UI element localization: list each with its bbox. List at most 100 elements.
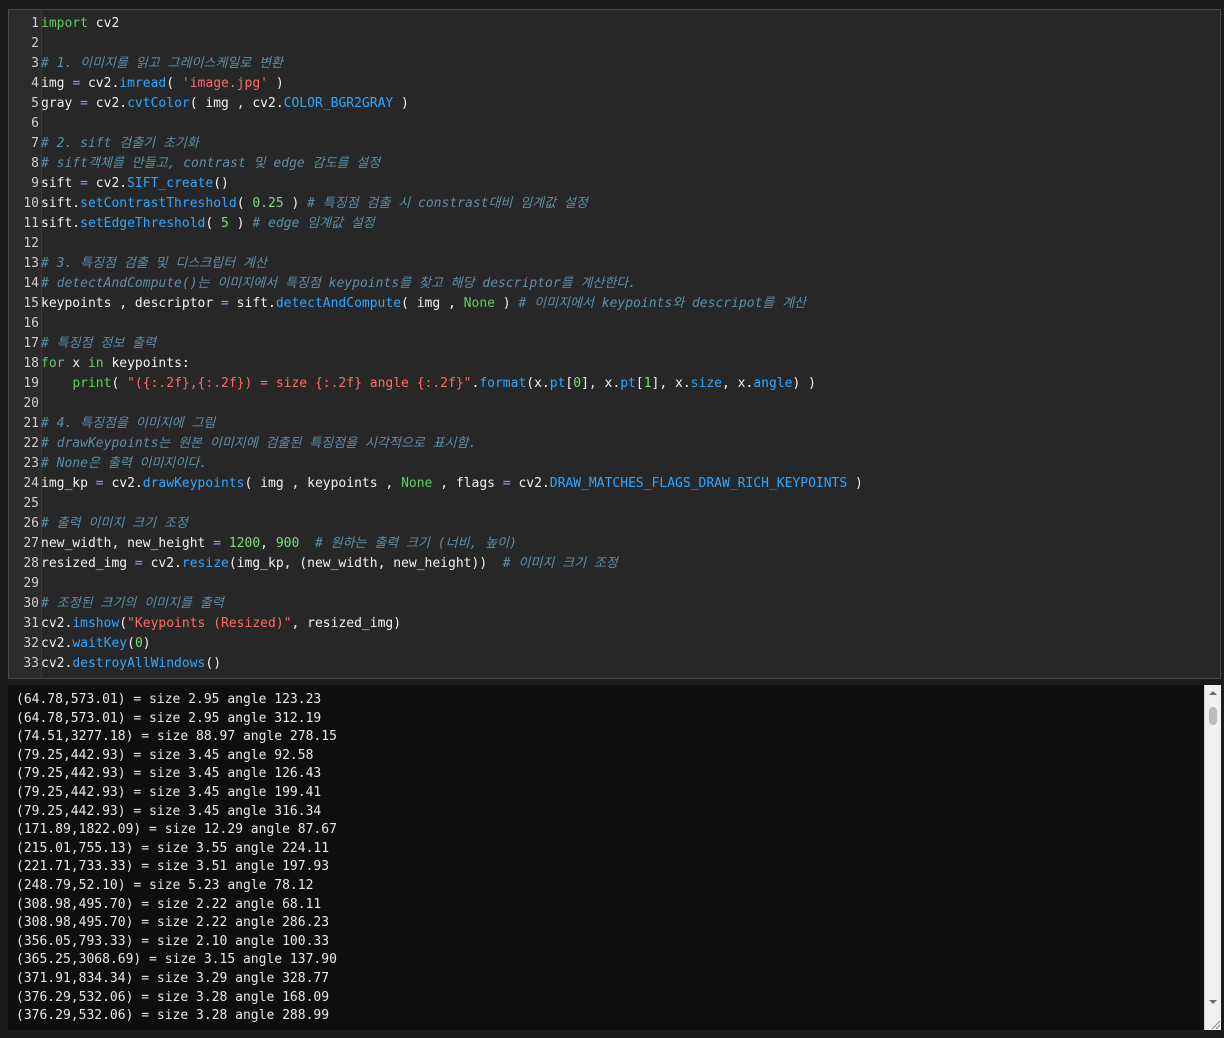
code-line[interactable]: 19 print( "({:.2f},{:.2f}) = size {:.2f}… bbox=[9, 374, 1209, 394]
code-token: img bbox=[41, 76, 73, 91]
line-number: 30 bbox=[23, 596, 39, 611]
code-token: cvtColor bbox=[127, 96, 190, 111]
code-line[interactable]: 15 keypoints , descriptor = sift.detectAn… bbox=[9, 294, 1209, 314]
code-line[interactable]: 28 resized_img = cv2.resize(img_kp, (new_… bbox=[9, 554, 1209, 574]
output-line: (79.25,442.93) = size 3.45 angle 316.34 bbox=[16, 803, 322, 819]
output-line: (215.01,755.13) = size 3.55 angle 224.11 bbox=[16, 840, 330, 856]
code-token: [ bbox=[635, 376, 644, 391]
code-token: ( img , cv2. bbox=[189, 96, 284, 111]
line-number: 32 bbox=[23, 636, 39, 651]
code-line[interactable]: 23 # None은 출력 이미지이다. bbox=[9, 454, 1209, 474]
code-line[interactable]: 24 img_kp = cv2.drawKeypoints( img , keyp… bbox=[9, 474, 1209, 494]
code-text: # drawKeypoints는 원본 이미지에 검출된 특징점을 시각적으로 … bbox=[41, 434, 476, 454]
code-token: pt bbox=[549, 376, 566, 391]
code-token: detectAndCompute bbox=[275, 296, 402, 311]
code-token: sift. bbox=[228, 296, 276, 311]
code-token: # 원하는 출력 크기 (너비, 높이) bbox=[314, 536, 517, 551]
code-text: # 4. 특징점을 이미지에 그림 bbox=[41, 414, 215, 434]
code-line[interactable]: 26 # 출력 이미지 크기 조정 bbox=[9, 514, 1209, 534]
code-line[interactable]: 9 sift = cv2.SIFT_create() bbox=[9, 174, 1209, 194]
chevron-down-icon[interactable] bbox=[1205, 994, 1221, 1010]
line-number: 17 bbox=[23, 336, 39, 351]
code-line[interactable]: 33 cv2.destroyAllWindows() bbox=[9, 654, 1209, 674]
code-line[interactable]: 20 bbox=[9, 394, 1209, 414]
resize-grip-icon[interactable] bbox=[1205, 1014, 1221, 1030]
code-line[interactable]: 4 img = cv2.imread( 'image.jpg' ) bbox=[9, 74, 1209, 94]
line-number: 2 bbox=[31, 36, 39, 51]
code-line[interactable]: 12 bbox=[9, 234, 1209, 254]
code-token: (x. bbox=[526, 376, 550, 391]
code-token: # edge 임계값 설정 bbox=[252, 216, 375, 231]
chevron-up-icon[interactable] bbox=[1205, 685, 1221, 701]
code-line[interactable]: 6 bbox=[9, 114, 1209, 134]
code-token: cv2. bbox=[41, 656, 73, 671]
code-line[interactable]: 1 import cv2 bbox=[9, 14, 1209, 34]
line-number: 19 bbox=[23, 376, 39, 391]
code-line[interactable]: 22 # drawKeypoints는 원본 이미지에 검출된 특징점을 시각적으… bbox=[9, 434, 1209, 454]
code-text: resized_img = cv2.resize(img_kp, (new_wi… bbox=[41, 554, 618, 574]
code-text: # detectAndCompute()는 이미지에서 특징점 keypoint… bbox=[41, 274, 636, 294]
code-text: cv2.imshow("Keypoints (Resized)", resize… bbox=[41, 614, 401, 634]
code-line[interactable]: 25 bbox=[9, 494, 1209, 514]
output-line: (74.51,3277.18) = size 88.97 angle 278.1… bbox=[16, 729, 337, 745]
code-token: waitKey bbox=[72, 636, 128, 651]
code-line[interactable]: 2 bbox=[9, 34, 1209, 54]
code-line[interactable]: 29 bbox=[9, 574, 1209, 594]
code-token: ) bbox=[847, 476, 863, 491]
line-number: 6 bbox=[31, 116, 39, 131]
line-number: 18 bbox=[23, 356, 39, 371]
code-text: # 2. sift 검출기 초기화 bbox=[41, 134, 199, 154]
code-token: ( bbox=[119, 616, 128, 631]
code-text: sift.setEdgeThreshold( 5 ) # edge 임계값 설정 bbox=[41, 214, 375, 234]
code-token: # 2. sift 검출기 초기화 bbox=[41, 136, 199, 151]
code-line[interactable]: 3 # 1. 이미지를 읽고 그레이스케일로 변환 bbox=[9, 54, 1209, 74]
output-console[interactable]: (64.78,573.01) = size 2.95 angle 123.23 (… bbox=[8, 685, 1221, 1030]
scroll-thumb[interactable] bbox=[1209, 707, 1217, 725]
code-token: keypoints , descriptor bbox=[41, 296, 222, 311]
code-token: 900 bbox=[275, 536, 300, 551]
code-line[interactable]: 5 gray = cv2.cvtColor( img , cv2.COLOR_BG… bbox=[9, 94, 1209, 114]
code-line[interactable]: 32 cv2.waitKey(0) bbox=[9, 634, 1209, 654]
code-token: setContrastThreshold bbox=[80, 196, 237, 211]
line-number: 20 bbox=[23, 396, 39, 411]
code-token: ( img , keypoints , bbox=[244, 476, 402, 491]
code-line[interactable]: 31 cv2.imshow("Keypoints (Resized)", resi… bbox=[9, 614, 1209, 634]
code-token: destroyAllWindows bbox=[72, 656, 206, 671]
line-number: 1 bbox=[31, 16, 39, 31]
code-line[interactable]: 18 for x in keypoints: bbox=[9, 354, 1209, 374]
code-token: 0 bbox=[573, 376, 582, 391]
line-number: 12 bbox=[23, 236, 39, 251]
code-token: 5 bbox=[221, 216, 229, 231]
code-token: # None은 출력 이미지이다. bbox=[41, 456, 208, 471]
code-line[interactable]: 14 # detectAndCompute()는 이미지에서 특징점 keypoi… bbox=[9, 274, 1209, 294]
line-number: 31 bbox=[23, 616, 39, 631]
code-token: ( bbox=[111, 376, 128, 391]
code-line[interactable]: 8 # sift객체를 만들고, contrast 및 edge 감도를 설정 bbox=[9, 154, 1209, 174]
code-text: new_width, new_height = 1200, 900 # 원하는 … bbox=[41, 534, 517, 554]
line-number: 9 bbox=[31, 176, 39, 191]
code-token: import bbox=[41, 16, 88, 31]
code-token: = bbox=[72, 76, 81, 91]
code-line[interactable]: 21 # 4. 특징점을 이미지에 그림 bbox=[9, 414, 1209, 434]
code-line[interactable]: 7 # 2. sift 검출기 초기화 bbox=[9, 134, 1209, 154]
output-scrollbar[interactable] bbox=[1204, 685, 1221, 1030]
code-token: sift. bbox=[41, 196, 81, 211]
code-token: angle bbox=[753, 376, 793, 391]
code-token: ) bbox=[494, 296, 519, 311]
code-line[interactable]: 30 # 조정된 크기의 이미지를 출력 bbox=[9, 594, 1209, 614]
code-token: = bbox=[221, 296, 229, 311]
code-line[interactable]: 16 bbox=[9, 314, 1209, 334]
code-line[interactable]: 10 sift.setContrastThreshold( 0.25 ) # 특징… bbox=[9, 194, 1209, 214]
code-line[interactable]: 13 # 3. 특징점 검출 및 디스크립터 계산 bbox=[9, 254, 1209, 274]
code-text: sift.setContrastThreshold( 0.25 ) # 특징점 … bbox=[41, 194, 588, 214]
code-token: "Keypoints (Resized)" bbox=[127, 616, 292, 631]
code-editor[interactable]: 1 import cv2 2 3 # 1. 이미지를 읽고 그레이스케일로 변환 4 img… bbox=[8, 9, 1221, 679]
code-token: cv2. bbox=[80, 76, 120, 91]
code-line[interactable]: 17 # 특징점 정보 출력 bbox=[9, 334, 1209, 354]
code-line[interactable]: 27 new_width, new_height = 1200, 900 # 원하… bbox=[9, 534, 1209, 554]
line-number: 10 bbox=[23, 196, 39, 211]
code-line[interactable]: 11 sift.setEdgeThreshold( 5 ) # edge 임계값 … bbox=[9, 214, 1209, 234]
code-token: drawKeypoints bbox=[142, 476, 245, 491]
